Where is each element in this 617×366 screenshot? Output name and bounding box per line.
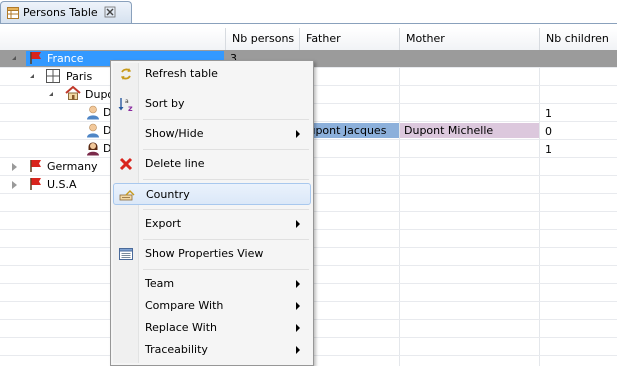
collapse-arrow-icon[interactable] — [12, 163, 17, 171]
menu-item-label: Team — [145, 277, 175, 290]
submenu-arrow-icon — [296, 280, 300, 288]
menu-item-sort-by[interactable]: a z Sort by — [113, 93, 311, 115]
menu-separator — [143, 149, 309, 150]
tree-label-france: France — [47, 52, 84, 65]
close-icon[interactable] — [104, 6, 116, 18]
menu-item-country[interactable]: Country — [113, 183, 311, 205]
menu-separator — [143, 209, 309, 210]
city-grid-icon — [46, 69, 60, 83]
menu-item-label: Show Properties View — [145, 247, 264, 260]
menu-item-label: Traceability — [145, 343, 208, 356]
cell-nb-children: 1 — [545, 143, 552, 156]
submenu-arrow-icon — [296, 324, 300, 332]
tree-label-paris: Paris — [66, 70, 93, 83]
cell-mother[interactable]: Dupont Michelle — [400, 123, 539, 138]
flag-icon — [30, 160, 41, 172]
menu-item-show-properties-view[interactable]: Show Properties View — [113, 243, 311, 265]
menu-item-label: Country — [146, 188, 190, 201]
menu-item-export[interactable]: Export — [113, 213, 311, 235]
column-header-mother[interactable]: Mother — [400, 28, 539, 50]
submenu-arrow-icon — [296, 302, 300, 310]
menu-separator — [143, 269, 309, 270]
cell-father[interactable]: Dupont Jacques — [300, 123, 399, 138]
column-header-nb-persons[interactable]: Nb persons — [226, 28, 299, 50]
menu-item-show-hide[interactable]: Show/Hide — [113, 123, 311, 145]
sort-icon: a z — [118, 98, 133, 112]
context-menu[interactable]: Refresh table a z Sort by Show/Hide Dele… — [110, 60, 314, 366]
person-male-icon — [87, 123, 99, 138]
collapse-arrow-icon[interactable] — [12, 181, 17, 189]
tab-persons-table[interactable]: Persons Table — [0, 1, 132, 24]
menu-item-refresh-table[interactable]: Refresh table — [113, 63, 311, 85]
tab-title: Persons Table — [23, 6, 98, 19]
editor-tab-bar: Persons Table — [0, 0, 617, 24]
submenu-arrow-icon — [296, 220, 300, 228]
properties-view-icon — [119, 248, 133, 260]
country-icon — [119, 190, 135, 201]
svg-text:z: z — [128, 104, 133, 112]
menu-item-label: Replace With — [145, 321, 217, 334]
expand-arrow-icon[interactable] — [12, 56, 16, 60]
menu-item-delete-line[interactable]: Delete line — [113, 153, 311, 175]
flag-icon — [30, 178, 41, 190]
tree-label-usa: U.S.A — [47, 178, 77, 191]
flag-icon — [30, 52, 41, 64]
person-female-icon — [87, 142, 99, 156]
menu-item-label: Refresh table — [145, 67, 218, 80]
refresh-icon — [121, 68, 131, 80]
submenu-arrow-icon — [296, 346, 300, 354]
expand-arrow-icon[interactable] — [49, 92, 53, 96]
expand-arrow-icon[interactable] — [30, 74, 34, 78]
menu-item-team[interactable]: Team — [113, 273, 311, 295]
menu-item-label: Sort by — [145, 97, 185, 110]
menu-item-traceability[interactable]: Traceability — [113, 339, 311, 361]
cell-mother-text: Dupont Michelle — [404, 124, 494, 137]
table-icon — [7, 7, 19, 19]
tree-label-germany: Germany — [47, 160, 98, 173]
menu-item-label: Show/Hide — [145, 127, 204, 140]
menu-item-compare-with[interactable]: Compare With — [113, 295, 311, 317]
menu-item-label: Compare With — [145, 299, 224, 312]
menu-item-replace-with[interactable]: Replace With — [113, 317, 311, 339]
column-header-father[interactable]: Father — [300, 28, 399, 50]
menu-separator — [143, 239, 309, 240]
menu-separator — [143, 119, 309, 120]
cell-nb-children: 0 — [545, 125, 552, 138]
submenu-arrow-icon — [296, 130, 300, 138]
delete-icon — [119, 157, 133, 171]
menu-item-label: Delete line — [145, 157, 205, 170]
house-icon — [65, 86, 81, 100]
menu-item-label: Export — [145, 217, 182, 230]
cell-nb-children: 1 — [545, 107, 552, 120]
column-header-tree[interactable] — [0, 28, 225, 50]
menu-separator — [143, 179, 309, 180]
column-header-nb-children[interactable]: Nb children — [540, 28, 617, 50]
person-male-icon — [87, 105, 99, 120]
